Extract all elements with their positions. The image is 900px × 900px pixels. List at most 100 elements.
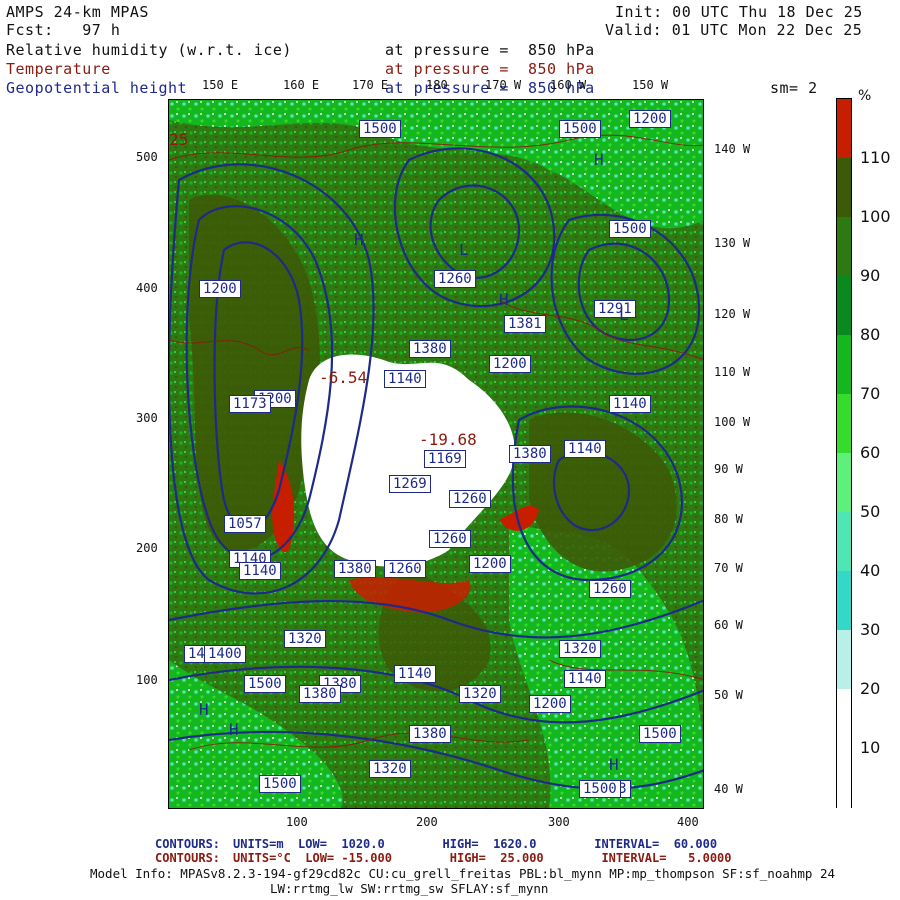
- height-contour-label: 1500: [359, 120, 401, 138]
- right-longitude-label: 90 W: [714, 462, 743, 476]
- y-axis-label: 500: [136, 150, 158, 164]
- height-contour-label: 1500: [579, 780, 621, 798]
- temperature-label: -19.68: [419, 430, 477, 449]
- x-axis-label: 300: [548, 815, 570, 829]
- height-contour-label: 1140: [609, 395, 651, 413]
- legend-label: 80: [860, 325, 881, 344]
- top-longitude-label: 150 W: [632, 78, 669, 92]
- height-contour-label: 1320: [559, 640, 601, 658]
- legend-swatch: [837, 99, 851, 159]
- temperature-label: -6.54: [319, 368, 368, 387]
- high-pressure-marker: H: [354, 230, 364, 249]
- temp-contours-info: UNITS=°C LOW= -15.000 HIGH= 25.000 INTER…: [233, 851, 732, 865]
- height-contour-label: 1200: [489, 355, 531, 373]
- height-contour-label: 1291: [594, 300, 636, 318]
- height-contour-label: 1320: [369, 760, 411, 778]
- height-contour-label: 1260: [429, 530, 471, 548]
- legend-swatch: [837, 571, 851, 631]
- y-axis-label: 200: [136, 541, 158, 555]
- legend-label: 100: [860, 207, 891, 226]
- height-contour-label: 1380: [509, 445, 551, 463]
- y-axis-label: 100: [136, 673, 158, 687]
- high-pressure-marker: H: [609, 755, 619, 774]
- legend-swatch: [837, 689, 851, 749]
- height-contour-label: 1140: [384, 370, 426, 388]
- height-contour-label: 1500: [639, 725, 681, 743]
- legend-swatch: [837, 158, 851, 218]
- height-contour-label: 1320: [459, 685, 501, 703]
- height-contour-label: 1380: [409, 340, 451, 358]
- antarctic-map: 1500 1380 1260 1260 1380 1320 1200 1140 1260 1169…: [168, 99, 704, 809]
- height-contour-label: 1140: [564, 440, 606, 458]
- low-pressure-marker: L: [459, 240, 469, 259]
- field-height-label: Geopotential height: [6, 79, 188, 97]
- height-contour-label: 1320: [284, 630, 326, 648]
- right-longitude-label: 70 W: [714, 561, 743, 575]
- right-longitude-label: 80 W: [714, 512, 743, 526]
- top-longitude-label: 170 E: [352, 78, 389, 92]
- height-contour-label: 1400: [204, 645, 246, 663]
- high-pressure-marker: H: [594, 150, 604, 169]
- right-longitude-label: 120 W: [714, 307, 751, 321]
- low-pressure-marker: L: [619, 305, 629, 324]
- legend-swatch: [837, 630, 851, 690]
- x-axis-label: 200: [416, 815, 438, 829]
- height-contour-label: 1140: [239, 562, 281, 580]
- init-time: Init: 00 UTC Thu 18 Dec 25: [615, 3, 863, 21]
- right-longitude-label: 100 W: [714, 415, 751, 429]
- legend-label: 10: [860, 738, 881, 757]
- temperature-label: 25: [169, 130, 189, 149]
- high-pressure-marker: H: [229, 720, 239, 739]
- legend-swatch: [837, 748, 851, 808]
- right-longitude-label: 110 W: [714, 365, 751, 379]
- legend-swatch: [837, 217, 851, 277]
- height-contour-label: 1260: [449, 490, 491, 508]
- top-longitude-label: 150 E: [202, 78, 239, 92]
- high-pressure-marker: H: [199, 700, 209, 719]
- height-contours-info: UNITS=m LOW= 1020.0 HIGH= 1620.0 INTERVA…: [233, 837, 718, 851]
- legend-label: 50: [860, 502, 881, 521]
- forecast-hour: Fcst: 97 h: [6, 21, 121, 39]
- legend-label: 70: [860, 384, 881, 403]
- legend-label: 90: [860, 266, 881, 285]
- height-contour-label: 1200: [529, 695, 571, 713]
- height-contour-label: 1200: [629, 110, 671, 128]
- legend-swatch: [837, 276, 851, 336]
- height-contours-label: CONTOURS:: [155, 837, 221, 851]
- legend-label: 40: [860, 561, 881, 580]
- right-longitude-label: 140 W: [714, 142, 751, 156]
- field-rh-label: Relative humidity (w.r.t. ice): [6, 41, 292, 59]
- x-axis-label: 100: [286, 815, 308, 829]
- high-pressure-marker: H: [499, 290, 509, 309]
- right-longitude-label: 130 W: [714, 236, 751, 250]
- height-contour-label: 1140: [394, 665, 436, 683]
- height-contour-label: 1500: [259, 775, 301, 793]
- height-contour-label: 1380: [334, 560, 376, 578]
- legend-swatch: [837, 394, 851, 454]
- legend-swatch: [837, 512, 851, 572]
- legend-label: 60: [860, 443, 881, 462]
- height-contour-label: 1500: [244, 675, 286, 693]
- legend-label: 20: [860, 679, 881, 698]
- right-longitude-label: 60 W: [714, 618, 743, 632]
- temp-contours-label: CONTOURS:: [155, 851, 221, 865]
- height-contour-label: 1260: [384, 560, 426, 578]
- height-contour-label: 1380: [299, 685, 341, 703]
- field-temp-label: Temperature: [6, 60, 111, 78]
- height-contour-label: 1200: [469, 555, 511, 573]
- height-contour-label: 1200: [199, 280, 241, 298]
- model-info: Model Info: MPASv8.2.3-194-gf29cd82c CU:…: [90, 866, 836, 881]
- right-longitude-label: 40 W: [714, 782, 743, 796]
- top-longitude-label: 160 E: [283, 78, 320, 92]
- legend-label: 110: [860, 148, 891, 167]
- height-contour-label: 1173: [229, 395, 271, 413]
- pressure-temp: at pressure = 850 hPa: [385, 60, 595, 78]
- height-contour-label: 1500: [559, 120, 601, 138]
- right-longitude-label: 50 W: [714, 688, 743, 702]
- height-contour-label: 1381: [504, 315, 546, 333]
- legend-swatch: [837, 453, 851, 513]
- model-title: AMPS 24-km MPAS: [6, 3, 149, 21]
- top-longitude-label: 160 W: [550, 78, 587, 92]
- height-contour-label: 1169: [424, 450, 466, 468]
- legend-unit: %: [858, 88, 872, 104]
